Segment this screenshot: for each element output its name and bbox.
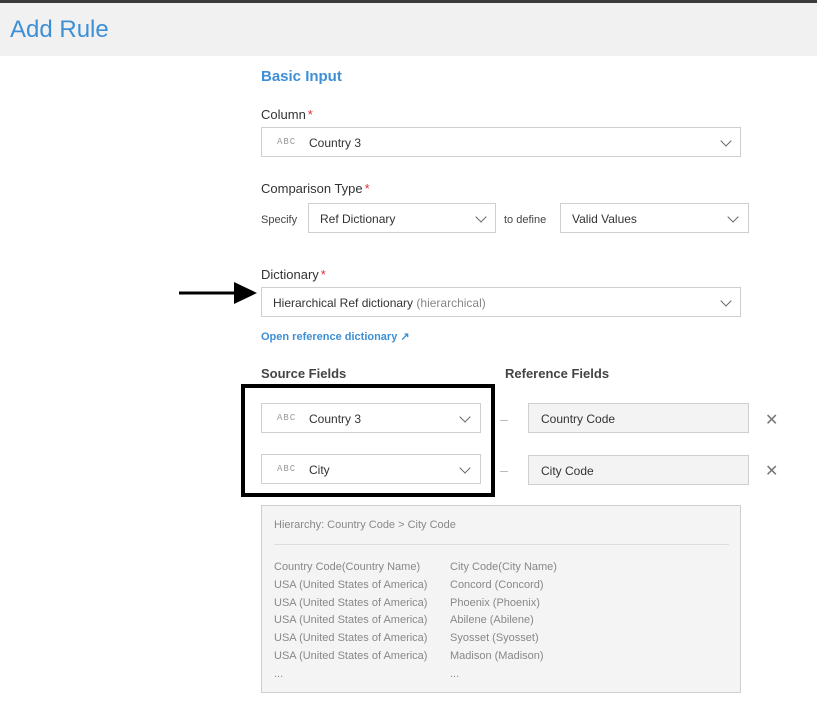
hierarchy-preview-title: Hierarchy: Country Code > City Code bbox=[274, 519, 456, 531]
list-item: USA (United States of America) bbox=[274, 632, 428, 645]
list-item: USA (United States of America) bbox=[274, 578, 428, 591]
divider bbox=[274, 544, 729, 545]
specify-select[interactable]: Ref Dictionary bbox=[308, 203, 496, 233]
reference-field: City Code bbox=[528, 455, 749, 485]
chevron-down-icon bbox=[720, 135, 732, 147]
list-item: USA (United States of America) bbox=[274, 649, 428, 662]
specify-label: Specify bbox=[261, 214, 298, 226]
list-item: Syosset (Syosset) bbox=[450, 632, 539, 645]
list-item: ... bbox=[450, 667, 460, 680]
column-label: Column * bbox=[261, 107, 313, 122]
annotation-highlight-box bbox=[241, 384, 495, 497]
reference-field-value: City Code bbox=[541, 464, 594, 478]
define-select-value: Valid Values bbox=[572, 212, 637, 226]
required-mark: * bbox=[320, 267, 326, 282]
source-fields-header: Source Fields bbox=[261, 366, 347, 381]
right-arrow-icon bbox=[179, 282, 257, 304]
preview-column-city: City Code(City Name) Concord (Concord) P… bbox=[450, 559, 557, 684]
required-mark: * bbox=[364, 181, 370, 196]
reference-fields-header: Reference Fields bbox=[505, 366, 610, 381]
required-mark: * bbox=[307, 107, 313, 122]
page-header: Add Rule bbox=[0, 3, 817, 56]
column-select-value: Country 3 bbox=[309, 136, 362, 150]
dictionary-select[interactable]: Hierarchical Ref dictionary (hierarchica… bbox=[261, 287, 741, 317]
remove-row-icon[interactable]: ✕ bbox=[765, 410, 778, 430]
dictionary-hint: (hierarchical) bbox=[416, 296, 486, 310]
section-title-basic-input: Basic Input bbox=[261, 68, 342, 85]
list-item: Phoenix (Phoenix) bbox=[450, 596, 540, 609]
reference-field-value: Country Code bbox=[541, 412, 616, 426]
preview-column-country: Country Code(Country Name) USA (United S… bbox=[274, 559, 427, 684]
text-type-badge: ABC bbox=[277, 137, 297, 147]
to-define-label: to define bbox=[504, 214, 547, 226]
specify-select-value: Ref Dictionary bbox=[320, 212, 396, 226]
dictionary-name: Hierarchical Ref dictionary bbox=[273, 296, 414, 310]
list-item: Abilene (Abilene) bbox=[450, 614, 534, 627]
reference-field: Country Code bbox=[528, 403, 749, 433]
list-item: Concord (Concord) bbox=[450, 578, 544, 591]
list-item: Country Code(Country Name) bbox=[274, 561, 421, 573]
column-select[interactable]: ABC Country 3 bbox=[261, 127, 741, 157]
chevron-down-icon bbox=[475, 211, 487, 223]
hierarchy-preview: Hierarchy: Country Code > City Code Coun… bbox=[261, 505, 741, 693]
define-select[interactable]: Valid Values bbox=[560, 203, 749, 233]
remove-row-icon[interactable]: ✕ bbox=[765, 461, 778, 481]
open-reference-dictionary-link[interactable]: Open reference dictionary ↗ bbox=[261, 330, 410, 343]
list-item: USA (United States of America) bbox=[274, 596, 428, 609]
field-connector bbox=[500, 420, 508, 421]
comparison-type-label: Comparison Type * bbox=[261, 181, 370, 196]
field-connector bbox=[500, 471, 508, 472]
dictionary-select-value: Hierarchical Ref dictionary (hierarchica… bbox=[273, 296, 486, 310]
chevron-down-icon bbox=[727, 211, 739, 223]
list-item: City Code(City Name) bbox=[450, 561, 557, 573]
dictionary-label-text: Dictionary bbox=[261, 267, 319, 282]
page-title: Add Rule bbox=[10, 16, 109, 43]
list-item: USA (United States of America) bbox=[274, 614, 428, 627]
list-item: ... bbox=[274, 667, 284, 680]
chevron-down-icon bbox=[720, 295, 732, 307]
list-item: Madison (Madison) bbox=[450, 649, 544, 662]
dictionary-label: Dictionary * bbox=[261, 267, 326, 282]
comparison-type-label-text: Comparison Type bbox=[261, 181, 363, 196]
column-label-text: Column bbox=[261, 107, 306, 122]
